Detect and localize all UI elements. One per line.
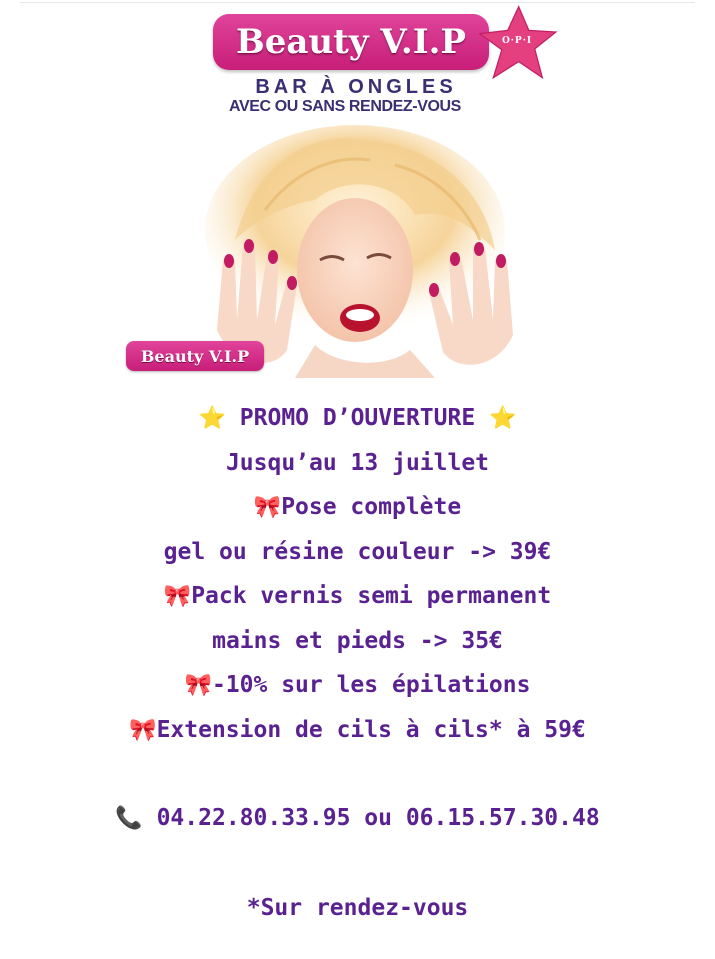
promo-item-pack-detail: mains et pieds -> 35€	[212, 627, 503, 654]
woman-nails-photo	[195, 120, 535, 378]
promo-block: ⭐ PROMO D’OUVERTURE ⭐ Jusqu’au 13 juille…	[0, 396, 715, 752]
promo-title-line: ⭐ PROMO D’OUVERTURE ⭐	[0, 396, 715, 441]
brand-logo: Beauty V.I.P	[213, 14, 489, 70]
promo-item-pose: 🎀Pose complète	[0, 485, 715, 530]
ribbon-icon: 🎀	[253, 495, 282, 520]
ribbon-icon: 🎀	[184, 673, 212, 698]
opi-label: O·P·I	[501, 36, 533, 46]
promo-item-pack: 🎀Pack vernis semi permanent	[0, 574, 715, 619]
footnote: *Sur rendez-vous	[246, 895, 469, 921]
tagline-bar-a-ongles: BAR À ONGLES	[255, 76, 457, 98]
item-pose-label: Pose complète	[281, 494, 462, 520]
promo-title: PROMO D’OUVERTURE	[239, 405, 476, 431]
contact-phones: 📞 04.22.80.33.95 ou 06.15.57.30.48	[0, 796, 715, 841]
opi-star-icon: O·P·I	[474, 5, 560, 81]
brand-badge-small: Beauty V.I.P	[126, 341, 264, 371]
logo-text: Beauty V.I.P	[236, 22, 466, 62]
phone-icon: 📞	[115, 806, 143, 831]
item-epilation-label: -10% sur les épilations	[211, 672, 531, 698]
star-icon: ⭐	[198, 406, 226, 431]
tagline-rendez-vous: AVEC OU SANS RENDEZ-VOUS	[229, 98, 461, 115]
top-divider	[20, 2, 695, 3]
promo-item-epilation: 🎀-10% sur les épilations	[0, 663, 715, 708]
item-pack-label: Pack vernis semi permanent	[191, 583, 552, 609]
badge-text: Beauty V.I.P	[140, 346, 250, 366]
ribbon-icon: 🎀	[129, 717, 157, 743]
phone-numbers[interactable]: 04.22.80.33.95 ou 06.15.57.30.48	[157, 805, 600, 831]
item-cils-label: Extension de cils à cils* à 59€	[156, 716, 586, 743]
star-icon: ⭐	[489, 406, 517, 431]
promo-item-pose-detail: gel ou résine couleur -> 39€	[163, 538, 552, 565]
promo-until: Jusqu’au 13 juillet	[225, 449, 490, 476]
ribbon-icon: 🎀	[163, 584, 192, 609]
promo-item-cils: 🎀Extension de cils à cils* à 59€	[0, 708, 715, 753]
